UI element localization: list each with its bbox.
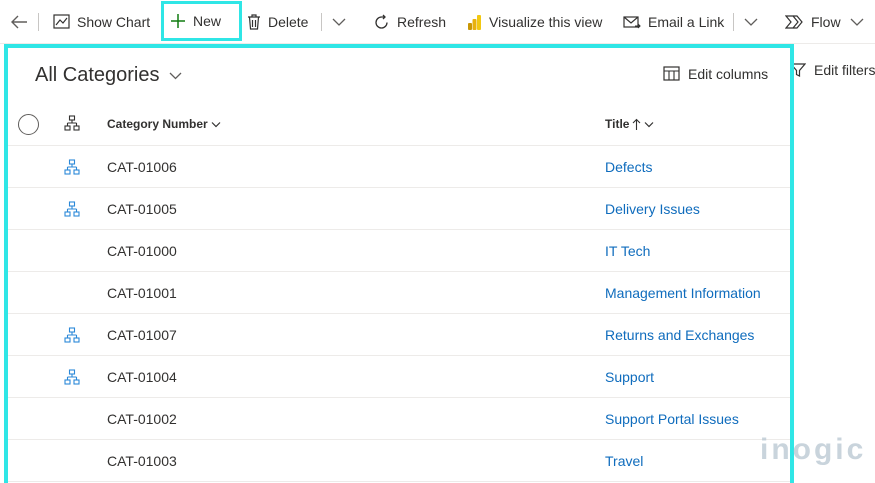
category-number-cell: CAT-01007 [107,327,177,343]
title-link[interactable]: Support [605,369,654,385]
back-arrow-icon [11,15,27,29]
edit-columns-label: Edit columns [688,66,769,82]
category-number-cell: CAT-01003 [107,453,177,469]
sort-ascending-icon [633,118,641,130]
category-number-cell: CAT-01004 [107,369,177,385]
category-number-cell: CAT-01002 [107,411,177,427]
column-header-label: Title [605,117,630,131]
title-link[interactable]: Support Portal Issues [605,411,739,427]
view-selector[interactable]: All Categories [35,64,182,87]
category-number-cell: CAT-01006 [107,159,177,175]
chevron-down-icon [169,72,181,80]
grid-header: Category Number Title [8,104,790,146]
grid-panel: All Categories Edit columns Category Num… [4,44,794,483]
refresh-button[interactable]: Refresh [373,0,446,44]
table-row[interactable]: CAT-01004 Support [8,356,790,398]
table-row[interactable]: CAT-01002 Support Portal Issues [8,398,790,440]
refresh-label: Refresh [397,14,447,30]
plus-icon [171,14,185,28]
refresh-icon [375,14,388,29]
show-chart-label: Show Chart [77,14,151,30]
flow-label: Flow [811,14,841,30]
chevron-down-icon [211,121,221,127]
table-row[interactable]: CAT-01001 Management Information [8,272,790,314]
separator [38,13,39,31]
chart-icon [53,14,70,29]
title-link[interactable]: Delivery Issues [605,201,700,217]
flow-more-button[interactable] [850,0,864,44]
separator [733,13,734,31]
edit-columns-icon [663,66,680,81]
delete-label: Delete [268,14,309,30]
hierarchy-icon[interactable] [64,201,80,217]
chevron-down-icon [332,18,346,26]
separator [321,13,322,31]
edit-filters-button[interactable]: Edit filters [790,62,875,78]
command-bar: Show Chart New Delete Refresh Visualize … [0,0,875,44]
trash-icon [248,14,260,30]
title-link[interactable]: Returns and Exchanges [605,327,754,343]
power-bi-icon [468,14,481,30]
email-link-label: Email a Link [648,14,725,30]
flow-button[interactable]: Flow [785,0,841,44]
grid-rows: CAT-01006 Defects CAT-01005 Delivery Iss… [8,146,790,482]
visualize-label: Visualize this view [489,14,603,30]
table-row[interactable]: CAT-01006 Defects [8,146,790,188]
title-link[interactable]: Travel [605,453,643,469]
hierarchy-icon[interactable] [64,159,80,175]
inogic-watermark: inogic [760,433,867,466]
edit-columns-button[interactable]: Edit columns [663,66,768,82]
new-label: New [193,13,222,29]
email-more-button[interactable] [744,0,758,44]
column-header-label: Category Number [107,117,208,131]
title-link[interactable]: Defects [605,159,652,175]
flow-icon [785,15,803,29]
new-button[interactable]: New [161,1,242,41]
select-all-checkbox[interactable] [18,114,39,135]
hierarchy-icon[interactable] [64,327,80,343]
category-number-cell: CAT-01005 [107,201,177,217]
chevron-down-icon [645,121,654,127]
title-link[interactable]: Management Information [605,285,761,301]
table-row[interactable]: CAT-01005 Delivery Issues [8,188,790,230]
show-chart-button[interactable]: Show Chart [53,0,150,44]
column-header-category-number[interactable]: Category Number [107,117,221,131]
visualize-button[interactable]: Visualize this view [467,0,602,44]
table-row[interactable]: CAT-01003 Travel [8,440,790,482]
delete-button[interactable]: Delete [247,0,308,44]
email-link-icon [623,15,641,28]
hierarchy-icon[interactable] [64,369,80,385]
chevron-down-icon [850,18,864,26]
view-title: All Categories [35,64,160,86]
category-number-cell: CAT-01000 [107,243,177,259]
category-number-cell: CAT-01001 [107,285,177,301]
table-row[interactable]: CAT-01007 Returns and Exchanges [8,314,790,356]
chevron-down-icon [744,18,758,26]
edit-filters-label: Edit filters [814,62,875,78]
hierarchy-icon [64,115,80,131]
email-link-button[interactable]: Email a Link [623,0,724,44]
delete-more-button[interactable] [332,0,346,44]
column-header-title[interactable]: Title [605,117,654,131]
title-link[interactable]: IT Tech [605,243,650,259]
back-button[interactable] [10,0,28,44]
table-row[interactable]: CAT-01000 IT Tech [8,230,790,272]
